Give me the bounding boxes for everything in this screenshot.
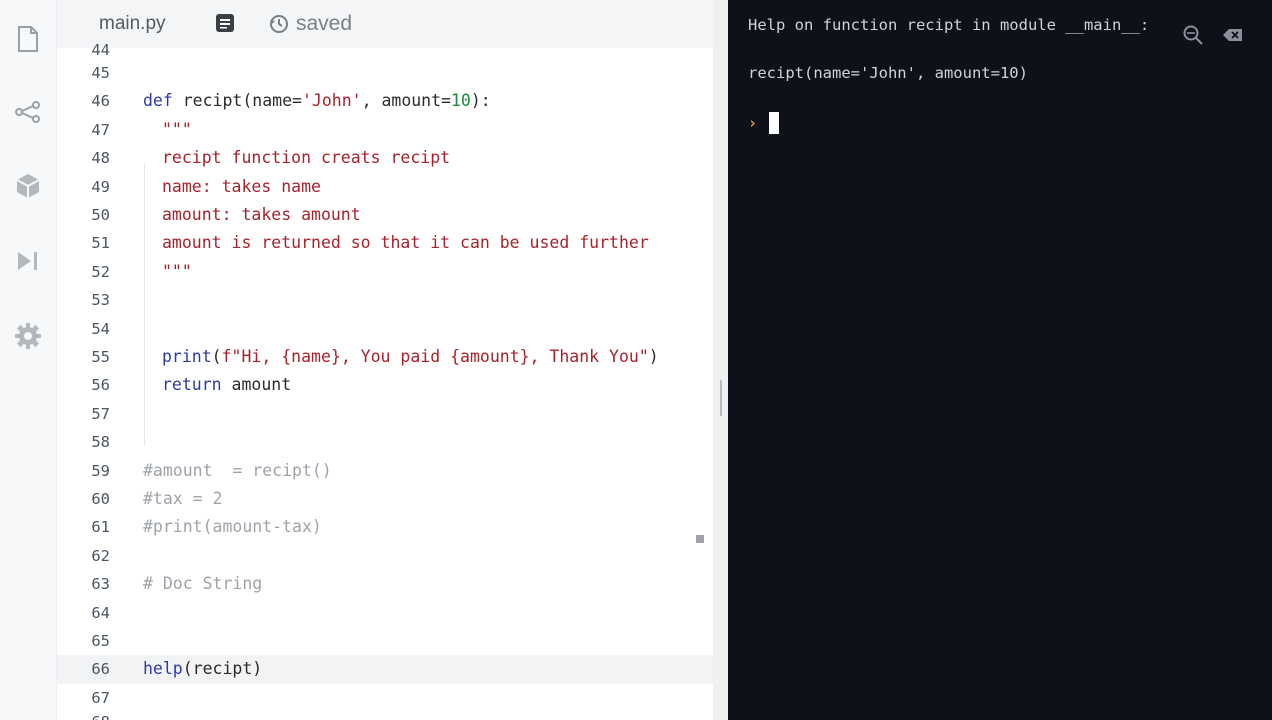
code-text: """ [162, 261, 192, 281]
line-number: 60 [91, 490, 110, 508]
scroll-marker[interactable] [696, 535, 704, 543]
line-number: 54 [91, 319, 110, 338]
code-text: """ [162, 119, 192, 139]
console-output-line: recipt(name='John', amount=10) [748, 64, 1028, 82]
console-toolbar [1182, 24, 1244, 46]
code-text: amount is returned so that it can be use… [162, 233, 649, 253]
package-icon[interactable] [14, 172, 42, 200]
file-icon[interactable] [14, 25, 42, 53]
line-number: 59 [91, 461, 110, 480]
code-text: help(recipt) [143, 659, 263, 679]
code-line: 50 amount: takes amount [57, 201, 713, 229]
line-number: 68 [57, 708, 110, 720]
code-line: 60 #tax = 2 [57, 485, 713, 513]
text-cursor [769, 112, 780, 134]
code-line: 48 recipt function creats recipt [57, 144, 713, 172]
prompt-arrow-icon: › [748, 114, 758, 132]
code-line: 61 #print(amount-tax) [57, 513, 713, 541]
line-number: 49 [91, 177, 110, 196]
code-line: 56 return amount [57, 371, 713, 399]
code-line: 49 name: takes name [57, 173, 713, 201]
console-output-line: Help on function recipt in module __main… [748, 16, 1150, 34]
saved-label: saved [296, 12, 353, 35]
code-line: 64 [57, 599, 713, 627]
line-number: 52 [91, 262, 110, 281]
console-prompt[interactable]: › [748, 112, 780, 134]
code-line: 45 [57, 59, 713, 87]
file-tab[interactable]: main.py [99, 13, 166, 35]
code-text: return amount [162, 375, 292, 395]
code-comment: #tax = 2 [143, 489, 223, 508]
pane-divider [713, 0, 728, 720]
file-menu-icon[interactable] [215, 13, 235, 33]
line-number: 51 [91, 234, 110, 253]
code-line: 53 [57, 286, 713, 314]
line-number: 63 [91, 575, 110, 594]
code-line: 57 [57, 400, 713, 428]
code-comment: #amount = recipt() [143, 460, 332, 480]
line-number: 46 [91, 92, 110, 111]
code-line: 65 [57, 627, 713, 655]
code-text: amount: takes amount [162, 205, 361, 224]
line-number: 61 [91, 518, 110, 537]
code-line: 52 """ [57, 258, 713, 286]
save-status: saved [269, 12, 352, 36]
settings-icon[interactable] [14, 322, 42, 350]
line-number: 56 [91, 376, 110, 395]
search-icon[interactable] [1182, 24, 1204, 46]
line-number: 66 [91, 660, 110, 679]
code-comment: # Doc String [143, 574, 263, 594]
code-line: 51 amount is returned so that it can be … [57, 229, 713, 257]
line-number: 57 [91, 404, 110, 423]
line-number: 65 [91, 632, 110, 650]
code-line: 55 print(f"Hi, {name}, You paid {amount}… [57, 343, 713, 371]
code-line-active: 66 help(recipt) [57, 655, 713, 684]
code-line: 59 #amount = recipt() [57, 457, 713, 485]
line-number: 50 [91, 206, 110, 224]
code-line: 58 [57, 428, 713, 456]
code-line: 47 """ [57, 116, 713, 144]
code-text: print(f"Hi, {name}, You paid {amount}, T… [162, 347, 659, 366]
line-number: 53 [91, 291, 110, 310]
line-number: 47 [91, 120, 110, 139]
line-number: 48 [91, 149, 110, 168]
code-text: recipt function creats recipt [162, 148, 451, 168]
line-number: 58 [91, 433, 110, 452]
line-number: 55 [91, 348, 110, 366]
code-line: 54 [57, 315, 713, 343]
share-icon[interactable] [14, 98, 42, 126]
run-debug-icon[interactable] [14, 247, 42, 275]
line-number: 64 [91, 603, 110, 622]
history-icon [269, 14, 289, 34]
code-line: 62 [57, 542, 713, 570]
code-editor[interactable]: main.py saved 44 45 46 def recipt(name='… [57, 0, 713, 720]
code-comment: #print(amount-tax) [143, 517, 322, 537]
code-line: 68 [57, 708, 713, 720]
clear-icon[interactable] [1222, 24, 1244, 46]
code-line: 63 # Doc String [57, 570, 713, 598]
code-text: def recipt(name='John', amount=10): [143, 91, 491, 111]
console-panel[interactable]: Help on function recipt in module __main… [728, 0, 1272, 720]
line-number: 45 [91, 64, 110, 82]
pane-resize-handle[interactable] [720, 380, 722, 416]
sidebar [0, 0, 57, 720]
code-line: 46 def recipt(name='John', amount=10): [57, 87, 713, 115]
line-number: 62 [91, 546, 110, 565]
code-text: name: takes name [162, 176, 321, 196]
